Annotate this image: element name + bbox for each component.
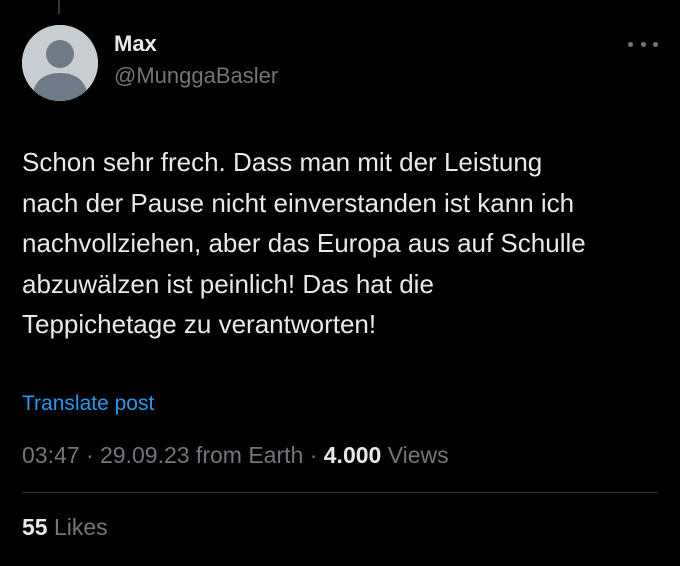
post-time[interactable]: 03:47	[22, 442, 80, 468]
default-avatar-icon	[22, 25, 98, 101]
likes-count: 55	[22, 514, 48, 540]
tweet-metadata: 03:47 · 29.09.23 from Earth · 4.000 View…	[22, 440, 449, 470]
more-dot	[640, 41, 646, 47]
meta-separator: ·	[303, 442, 324, 468]
views-count: 4.000	[323, 442, 382, 468]
views-label: Views	[381, 442, 449, 468]
tweet-text: Schon sehr frech. Dass man mit der Leist…	[22, 147, 586, 339]
more-options-icon[interactable]	[628, 38, 658, 50]
translate-post-link[interactable]: Translate post	[22, 390, 154, 418]
avatar[interactable]	[22, 25, 98, 101]
divider	[22, 492, 658, 493]
likes-label: Likes	[47, 514, 108, 540]
thread-connector-line	[58, 0, 60, 14]
more-dot	[628, 41, 633, 47]
post-location: from Earth	[189, 442, 304, 468]
more-dot	[653, 41, 658, 47]
likes-link[interactable]: 55 Likes	[22, 512, 108, 542]
author-display-name[interactable]: Max	[114, 30, 278, 58]
author-handle[interactable]: @MunggaBasler	[114, 61, 278, 91]
meta-separator: ·	[79, 442, 101, 468]
post-date[interactable]: 29.09.23	[100, 442, 190, 468]
author-block: Max @MunggaBasler	[114, 30, 278, 91]
